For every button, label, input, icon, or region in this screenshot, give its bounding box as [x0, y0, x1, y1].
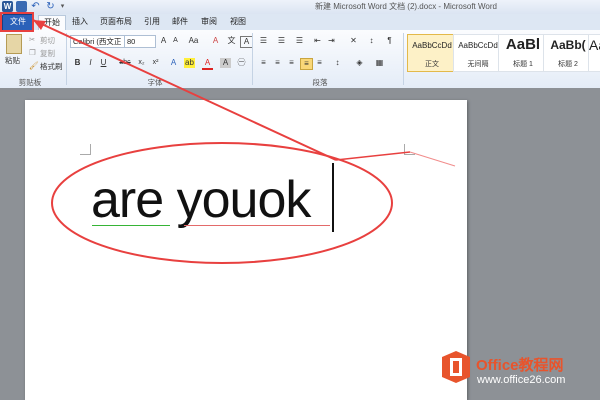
borders-icon[interactable]: ▦ [374, 58, 385, 68]
style-heading-1[interactable]: AaBl 标题 1 [498, 34, 548, 72]
align-right-icon[interactable]: ≡ [286, 58, 297, 68]
phonetic-guide-icon[interactable]: 文 [226, 36, 237, 46]
subscript-button[interactable]: x₂ [136, 58, 147, 68]
sort-icon[interactable]: ↕ [366, 36, 377, 46]
text-effects-icon[interactable]: A [168, 58, 179, 68]
paragraph-group-label: 段落 [312, 78, 328, 87]
font-color-icon[interactable]: A [202, 58, 213, 70]
redo-icon[interactable]: ↻ [45, 1, 56, 12]
distributed-icon[interactable]: ≡ [314, 58, 325, 68]
justify-icon[interactable]: ≡ [300, 58, 313, 70]
enclose-characters-icon[interactable]: ㊀ [236, 58, 247, 68]
style-preview: Aa [589, 37, 600, 53]
superscript-button[interactable]: x² [150, 58, 161, 68]
customize-qat-icon[interactable]: ▾ [57, 1, 68, 12]
align-left-icon[interactable]: ≡ [258, 58, 269, 68]
change-case-icon[interactable]: Aa [188, 36, 199, 46]
undo-icon[interactable]: ↶ [30, 1, 41, 12]
style-preview: AaBbCcDd [458, 41, 498, 50]
style-name: 无间隔 [467, 61, 489, 68]
watermark-url: www.office26.com [477, 374, 566, 386]
clipboard-group-label: 剪贴板 [18, 78, 42, 87]
tab-mailings[interactable]: 邮件 [170, 15, 190, 29]
text-cursor [332, 163, 334, 232]
tab-file[interactable]: 文件 [2, 14, 34, 31]
paste-button[interactable]: 粘贴 [5, 55, 20, 66]
increase-indent-icon[interactable]: ⇥ [326, 36, 337, 46]
tab-references[interactable]: 引用 [142, 15, 162, 29]
style-preview: AaBbCcDd [412, 41, 452, 50]
italic-button[interactable]: I [85, 58, 96, 68]
bold-button[interactable]: B [72, 58, 83, 68]
multilevel-list-icon[interactable]: ☰ [294, 36, 305, 46]
numbering-icon[interactable]: ☰ [276, 36, 287, 46]
style-name: 标题 2 [558, 61, 578, 68]
font-group-label: 字体 [147, 78, 163, 87]
style-heading-2[interactable]: AaBb( 标题 2 [543, 34, 593, 72]
strikethrough-button[interactable]: abc [118, 58, 132, 68]
clear-formatting-icon[interactable]: A [210, 36, 221, 46]
margin-corner-mark [80, 144, 91, 155]
style-no-spacing[interactable]: AaBbCcDd 无间隔 [453, 34, 503, 72]
group-separator [66, 33, 67, 85]
group-separator [403, 33, 404, 85]
cut-button[interactable]: 剪切 [40, 35, 55, 46]
style-normal[interactable]: AaBbCcDd 正文 [407, 34, 457, 72]
tab-view[interactable]: 视图 [228, 15, 248, 29]
group-separator [252, 33, 253, 85]
office-logo-icon [442, 351, 470, 383]
character-shading-icon[interactable]: A [220, 58, 231, 68]
paste-icon[interactable] [6, 34, 22, 54]
save-icon[interactable] [16, 1, 27, 12]
underline-button[interactable]: U [98, 58, 109, 68]
copy-icon: ❐ [29, 48, 36, 57]
decrease-indent-icon[interactable]: ⇤ [312, 36, 323, 46]
highlight-color-icon[interactable]: ab [184, 58, 195, 68]
format-painter-icon: 🖌 [29, 61, 39, 70]
spelling-underline [184, 225, 330, 226]
title-bar: W ↶ ↻ ▾ 新建 Microsoft Word 文档 (2).docx - … [0, 0, 600, 14]
format-painter-button[interactable]: 格式刷 [40, 61, 63, 72]
document-text[interactable]: are youok [91, 172, 311, 228]
font-name-combo[interactable]: Calibri (西文正 [70, 35, 126, 48]
scissors-icon: ✂ [29, 35, 36, 44]
bullets-icon[interactable]: ☰ [258, 36, 269, 46]
shrink-font-icon[interactable]: A [170, 36, 181, 46]
shading-icon[interactable]: ◈ [354, 58, 365, 68]
tab-home[interactable]: 开始 [38, 15, 66, 30]
tab-insert[interactable]: 插入 [70, 15, 90, 29]
window-title: 新建 Microsoft Word 文档 (2).docx - Microsof… [315, 2, 497, 11]
show-marks-icon[interactable]: ¶ [384, 36, 395, 46]
style-preview: AaBb( [550, 38, 586, 52]
align-center-icon[interactable]: ≡ [272, 58, 283, 68]
document-page[interactable] [25, 100, 467, 400]
word-app-icon[interactable]: W [2, 1, 13, 12]
style-preview: AaBl [505, 36, 541, 53]
tab-review[interactable]: 审阅 [198, 15, 220, 29]
copy-button[interactable]: 复制 [40, 48, 55, 59]
chinese-layout-icon[interactable]: ✕ [348, 36, 359, 46]
margin-corner-mark [404, 144, 415, 155]
watermark-brand: Office教程网 [476, 357, 564, 374]
grow-font-icon[interactable]: A [158, 36, 169, 46]
style-name: 正文 [425, 61, 439, 68]
ribbon-tab-bar [0, 14, 600, 31]
grammar-underline [92, 225, 170, 226]
tab-page-layout[interactable]: 页面布局 [98, 15, 134, 29]
style-name: 标题 1 [513, 61, 533, 68]
style-title[interactable]: Aa [588, 34, 600, 72]
font-size-combo[interactable]: 80 [124, 35, 156, 48]
line-spacing-icon[interactable]: ↕ [332, 58, 343, 68]
